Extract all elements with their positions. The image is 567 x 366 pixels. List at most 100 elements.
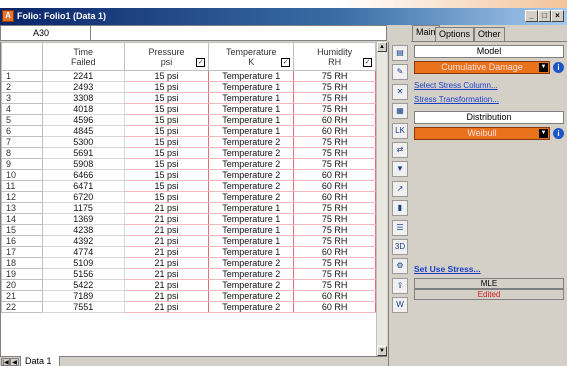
title-bar[interactable]: A Folio: Folio1 (Data 1) _ □ × xyxy=(0,8,567,25)
table-cell[interactable]: Temperature 2 xyxy=(208,279,295,291)
table-cell[interactable]: Temperature 1 xyxy=(208,213,295,225)
table-cell[interactable]: 60 RH xyxy=(293,290,376,302)
table-cell[interactable]: 5691 xyxy=(41,147,125,159)
compare-icon[interactable]: ⇄ xyxy=(392,142,408,158)
table-cell[interactable]: Temperature 2 xyxy=(208,191,295,203)
table-cell[interactable]: Temperature 1 xyxy=(208,202,295,214)
table-row[interactable]: 9 5908 15 psi Temperature 2 75 RH xyxy=(1,158,376,170)
table-cell[interactable]: 1175 xyxy=(41,202,125,214)
table-row[interactable]: 21 7189 21 psi Temperature 2 60 RH xyxy=(1,290,376,302)
vertical-scrollbar[interactable]: ▲ ▼ xyxy=(376,42,387,356)
prev-sheet-button[interactable]: ◀ xyxy=(10,358,19,366)
table-cell[interactable]: 75 RH xyxy=(293,147,376,159)
table-cell[interactable]: 60 RH xyxy=(293,169,376,181)
column-header[interactable]: Time Failed xyxy=(41,42,125,71)
table-cell[interactable]: 75 RH xyxy=(293,224,376,236)
table-cell[interactable]: Temperature 1 xyxy=(208,246,295,258)
table-row[interactable]: 22 7551 21 psi Temperature 2 60 RH xyxy=(1,301,376,313)
edit-icon[interactable]: ✎ xyxy=(392,64,408,81)
table-cell[interactable]: Temperature 1 xyxy=(208,103,295,115)
cell-reference-box[interactable]: A30 xyxy=(1,26,91,40)
table-row[interactable]: 10 6466 15 psi Temperature 2 60 RH xyxy=(1,169,376,181)
table-cell[interactable]: 75 RH xyxy=(293,92,376,104)
table-row[interactable]: 18 5109 21 psi Temperature 2 75 RH xyxy=(1,257,376,269)
table-row[interactable]: 1 2241 15 psi Temperature 1 75 RH xyxy=(1,70,376,82)
table-row[interactable]: 17 4774 21 psi Temperature 1 60 RH xyxy=(1,246,376,258)
table-row[interactable]: 4 4018 15 psi Temperature 1 75 RH xyxy=(1,103,376,115)
column-checkbox[interactable]: ✓ xyxy=(363,58,372,67)
table-cell[interactable]: 60 RH xyxy=(293,180,376,192)
word-icon[interactable]: W xyxy=(392,297,408,314)
distribution-dropdown[interactable]: Weibull ▼ xyxy=(414,127,550,140)
table-cell[interactable]: 60 RH xyxy=(293,125,376,137)
table-cell[interactable]: 6466 xyxy=(41,169,125,181)
app-icon[interactable]: A xyxy=(2,10,14,22)
stress-transformation-link[interactable]: Stress Transformation... xyxy=(414,95,499,104)
table-cell[interactable]: Temperature 2 xyxy=(208,290,295,302)
table-cell[interactable]: 5109 xyxy=(41,257,125,269)
column-checkbox[interactable]: ✓ xyxy=(196,58,206,67)
table-cell[interactable]: 15 psi xyxy=(123,158,210,170)
table-cell[interactable]: Temperature 1 xyxy=(208,81,295,93)
table-cell[interactable]: 75 RH xyxy=(293,136,376,148)
table-cell[interactable]: 75 RH xyxy=(293,158,376,170)
table-cell[interactable]: 60 RH xyxy=(293,301,376,313)
table-cell[interactable]: Temperature 2 xyxy=(208,169,295,181)
table-cell[interactable]: Temperature 1 xyxy=(208,224,295,236)
table-row[interactable]: 8 5691 15 psi Temperature 2 75 RH xyxy=(1,147,376,159)
3d-plot-icon[interactable]: 3D xyxy=(392,239,408,255)
tab-other[interactable]: Other xyxy=(474,27,505,41)
table-cell[interactable]: 75 RH xyxy=(293,103,376,115)
table-cell[interactable]: 4845 xyxy=(41,125,125,137)
table-cell[interactable]: Temperature 2 xyxy=(208,147,295,159)
table-row[interactable]: 6 4845 15 psi Temperature 1 60 RH xyxy=(1,125,376,137)
tab-options[interactable]: Options xyxy=(435,27,475,41)
report-icon[interactable]: ▤ xyxy=(392,45,408,61)
table-cell[interactable]: 75 RH xyxy=(293,213,376,225)
table-cell[interactable]: 15 psi xyxy=(123,92,210,104)
table-cell[interactable]: Temperature 2 xyxy=(208,180,295,192)
close-button[interactable]: × xyxy=(551,10,564,22)
table-cell[interactable]: 1369 xyxy=(41,213,125,225)
table-cell[interactable]: 2493 xyxy=(41,81,125,93)
sheet-tab-data-1[interactable]: Data 1 xyxy=(20,356,60,366)
table-row[interactable]: 14 1369 21 psi Temperature 1 75 RH xyxy=(1,213,376,225)
model-dropdown[interactable]: Cumulative Damage ▼ xyxy=(414,61,550,74)
table-cell[interactable]: 75 RH xyxy=(293,257,376,269)
data-grid[interactable]: Time Failed Pressure psi ✓ Temperature K ✓ Humid… xyxy=(0,42,376,356)
table-cell[interactable]: 4392 xyxy=(41,235,125,247)
distribution-info-icon[interactable]: i xyxy=(553,128,564,139)
table-row[interactable]: 11 6471 15 psi Temperature 2 60 RH xyxy=(1,180,376,192)
table-cell[interactable]: Temperature 2 xyxy=(208,136,295,148)
table-cell[interactable]: 15 psi xyxy=(123,70,210,82)
table-cell[interactable]: 15 psi xyxy=(123,169,210,181)
table-cell[interactable]: 21 psi xyxy=(123,224,210,236)
table-row[interactable]: 12 6720 15 psi Temperature 2 60 RH xyxy=(1,191,376,203)
table-cell[interactable]: 75 RH xyxy=(293,279,376,291)
table-cell[interactable]: 21 psi xyxy=(123,290,210,302)
table-cell[interactable]: 75 RH xyxy=(293,268,376,280)
table-cell[interactable]: 15 psi xyxy=(123,125,210,137)
batch-icon[interactable]: ▦ xyxy=(392,103,408,120)
table-cell[interactable]: 60 RH xyxy=(293,114,376,126)
table-cell[interactable]: 7189 xyxy=(41,290,125,302)
column-header[interactable]: Pressure psi ✓ xyxy=(123,42,210,71)
share-icon[interactable]: ⇪ xyxy=(392,277,408,294)
scroll-up-arrow[interactable]: ▲ xyxy=(377,42,387,52)
table-cell[interactable]: 21 psi xyxy=(123,268,210,280)
table-cell[interactable]: 6720 xyxy=(41,191,125,203)
table-row[interactable]: 3 3308 15 psi Temperature 1 75 RH xyxy=(1,92,376,104)
table-cell[interactable]: 21 psi xyxy=(123,213,210,225)
table-cell[interactable]: Temperature 2 xyxy=(208,301,295,313)
table-cell[interactable]: 75 RH xyxy=(293,81,376,93)
column-header[interactable]: Temperature K ✓ xyxy=(208,42,295,71)
table-cell[interactable]: 7551 xyxy=(41,301,125,313)
table-cell[interactable]: 75 RH xyxy=(293,70,376,82)
table-cell[interactable]: 5908 xyxy=(41,158,125,170)
table-cell[interactable]: 60 RH xyxy=(293,246,376,258)
table-icon[interactable]: ☰ xyxy=(392,219,408,236)
model-info-icon[interactable]: i xyxy=(553,62,564,73)
restore-button[interactable]: □ xyxy=(538,10,551,22)
table-cell[interactable]: 4018 xyxy=(41,103,125,115)
table-cell[interactable]: 15 psi xyxy=(123,180,210,192)
